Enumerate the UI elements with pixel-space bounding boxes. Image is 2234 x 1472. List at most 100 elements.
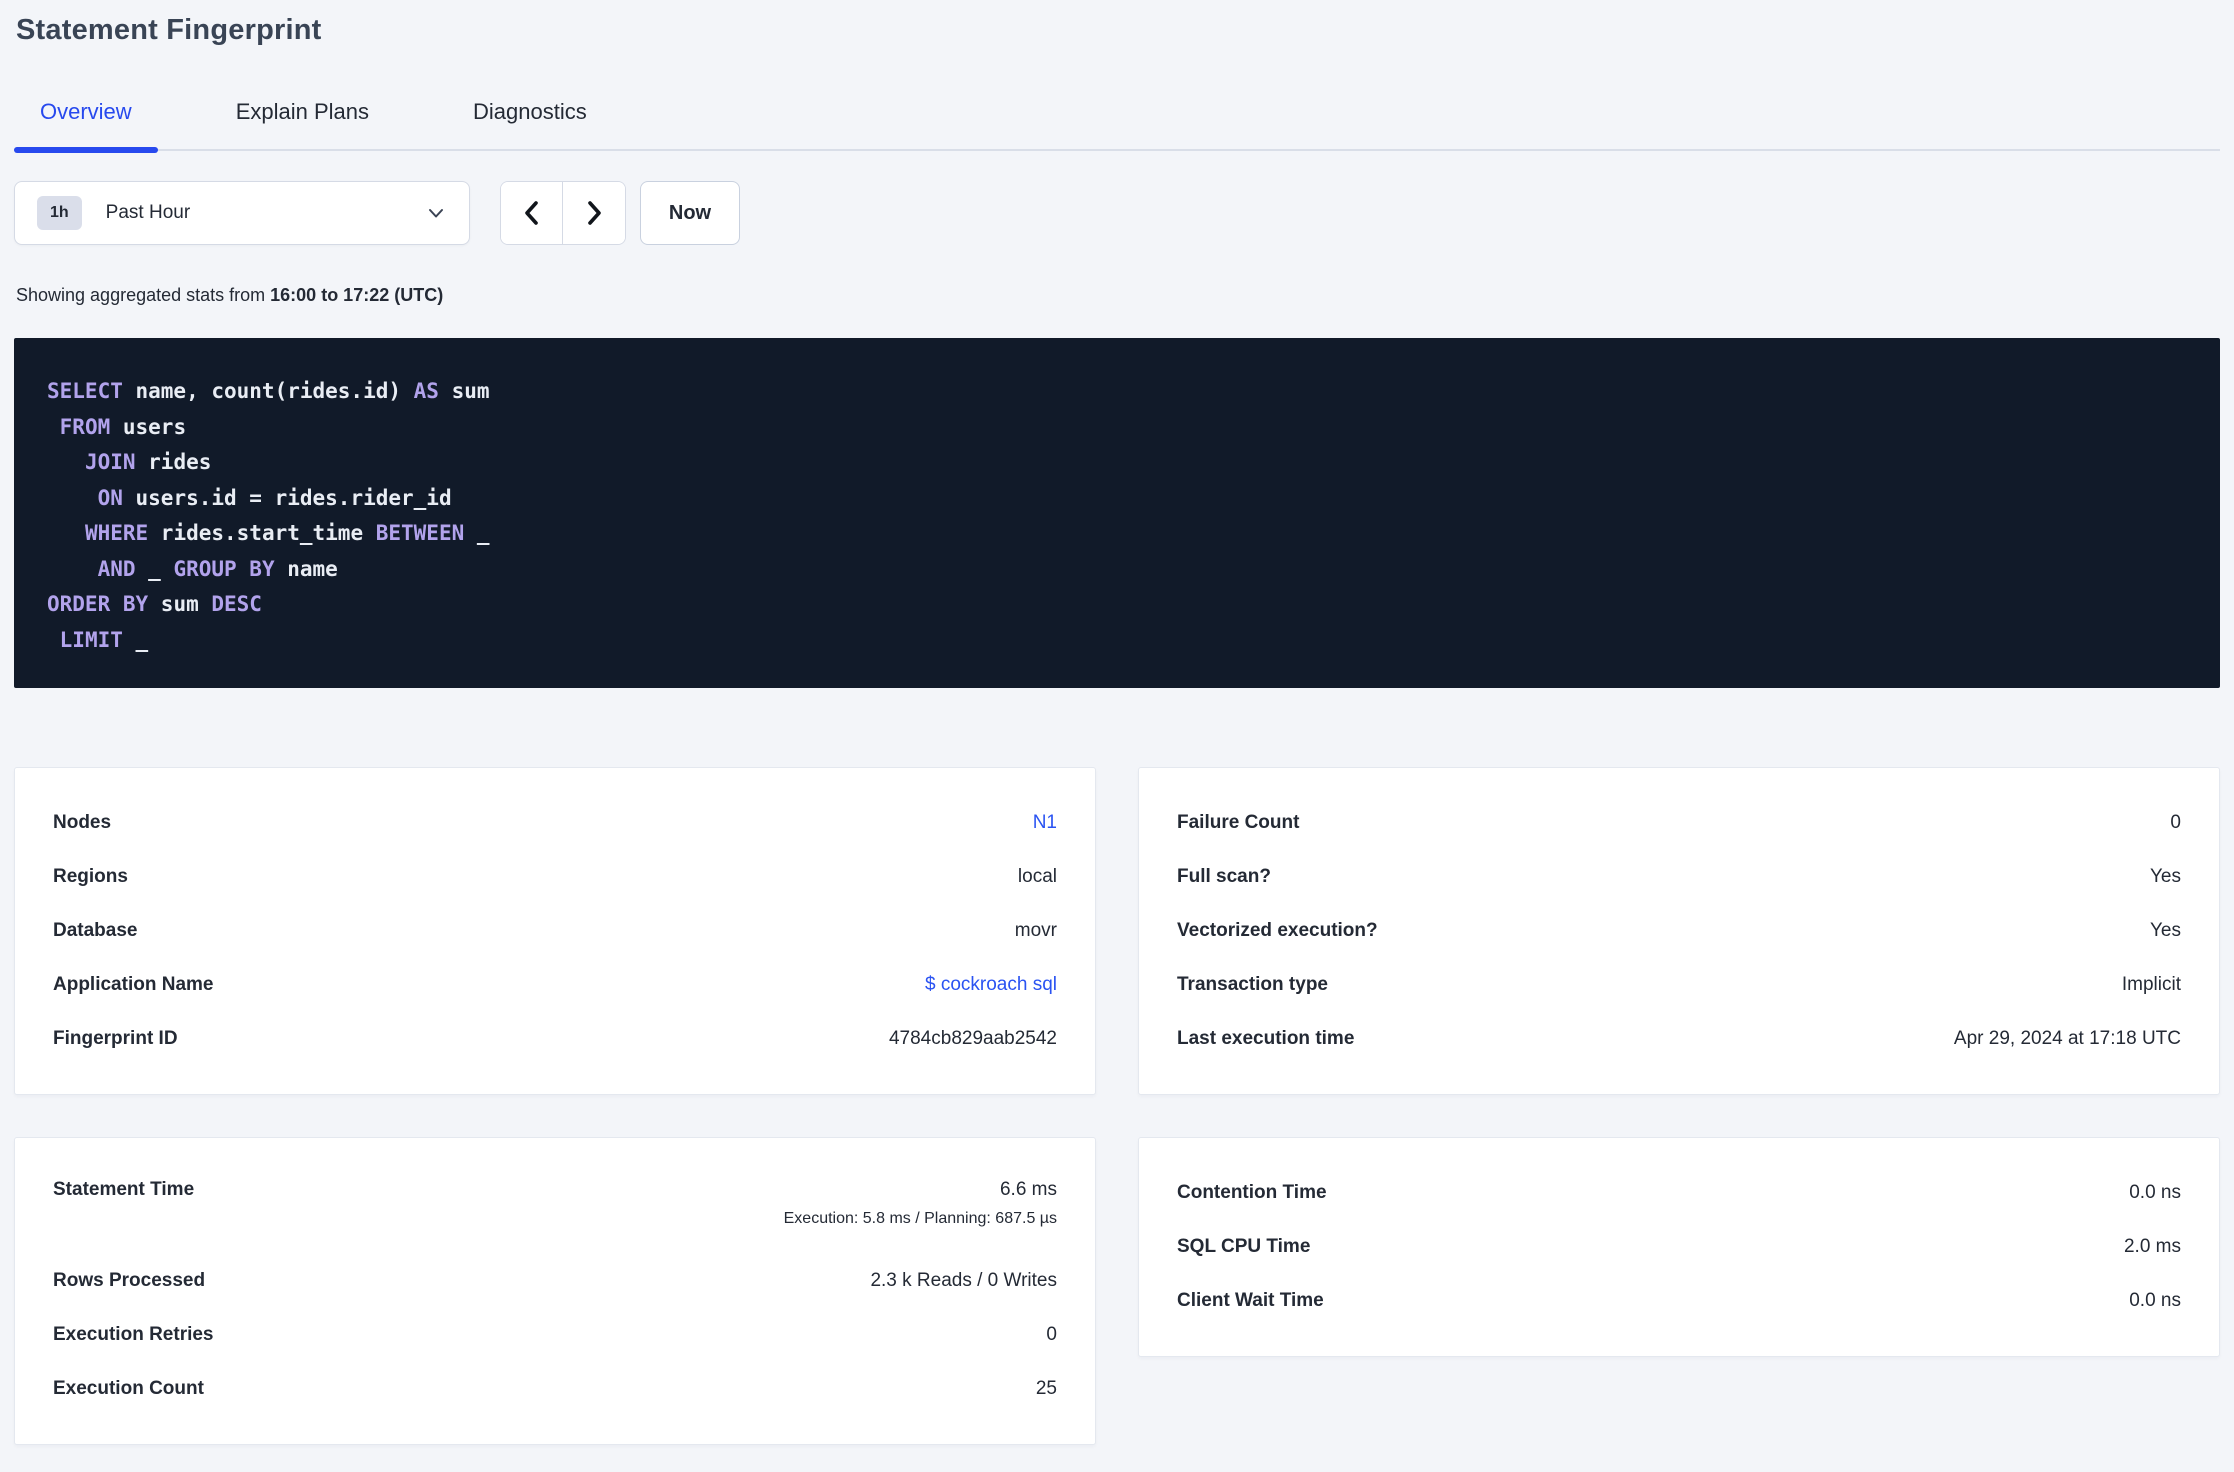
sql-code-line: FROM users	[47, 410, 2200, 446]
sql-code-line: ON users.id = rides.rider_id	[47, 481, 2200, 517]
stat-value-wrap: 25	[1036, 1378, 1057, 1400]
stat-label: Execution Count	[53, 1378, 204, 1399]
stat-value-wrap: Implicit	[2122, 974, 2181, 996]
details-cards-row: Nodes N1 Regions local Database movr Applicati…	[14, 767, 2220, 1095]
stat-value: 0.0 ns	[2129, 1182, 2181, 1203]
stat-value-wrap: N1	[1033, 812, 1057, 834]
prev-time-button[interactable]	[501, 182, 563, 244]
sql-keyword: AS	[413, 379, 439, 403]
stat-row: Database movr	[53, 904, 1057, 958]
sql-text: rides	[135, 450, 212, 474]
stat-label: SQL CPU Time	[1177, 1236, 1311, 1257]
stat-value-wrap: 0.0 ns	[2129, 1182, 2181, 1204]
details-card-left: Nodes N1 Regions local Database movr Applicati…	[14, 767, 1096, 1095]
sql-keyword: FROM	[59, 414, 111, 439]
stat-label: Full scan?	[1177, 866, 1271, 887]
stat-value: 0	[2170, 812, 2181, 833]
stat-value: 25	[1035, 1378, 1057, 1399]
stat-row: Transaction type Implicit	[1177, 958, 2181, 1012]
stat-label: Last execution time	[1177, 1028, 1355, 1049]
sql-keyword: JOIN	[84, 450, 136, 474]
stat-row: Last execution time Apr 29, 2024 at 17:18…	[1177, 1012, 2181, 1066]
sql-keyword: BETWEEN	[375, 521, 465, 545]
sql-code-line: ORDER BY sum DESC	[47, 587, 2200, 623]
next-time-button[interactable]	[563, 182, 625, 244]
stat-label: Statement Time	[53, 1179, 195, 1200]
stat-value: 2.0 ms	[2123, 1236, 2181, 1257]
stat-value: Implicit	[2121, 974, 2181, 995]
stat-row: Rows Processed 2.3 k Reads / 0 Writes	[53, 1254, 1057, 1308]
sql-keyword: GROUP BY	[173, 556, 275, 581]
page-title: Statement Fingerprint	[16, 14, 322, 46]
stat-value-wrap: $ cockroach sql	[925, 974, 1057, 996]
sql-keyword: ON	[97, 485, 123, 510]
stat-value-wrap: 2.3 k Reads / 0 Writes	[870, 1270, 1057, 1292]
sql-text: name, count(rides.id)	[122, 379, 414, 403]
stat-row: Application Name $ cockroach sql	[53, 958, 1057, 1012]
stat-value: Yes	[2150, 920, 2181, 941]
stat-subvalue: Execution: 5.8 ms / Planning: 687.5 µs	[783, 1210, 1057, 1227]
sql-code-line: LIMIT _	[47, 623, 2200, 659]
stat-row: Regions local	[53, 850, 1057, 904]
chevron-down-icon	[425, 202, 447, 224]
sql-text: sum	[438, 379, 490, 403]
chevron-right-icon	[582, 199, 606, 227]
sql-keyword: ORDER BY	[47, 592, 149, 616]
sql-keyword: AND	[97, 556, 136, 581]
stat-value-wrap: 6.6 ms Execution: 5.8 ms / Planning: 687.…	[784, 1179, 1057, 1228]
stat-value: local	[1017, 866, 1057, 887]
stat-value: 4784cb829aab2542	[888, 1028, 1057, 1049]
tab-explain-plans[interactable]: Explain Plans	[210, 93, 395, 149]
sql-text: sum	[148, 592, 212, 616]
stat-label: Failure Count	[1177, 812, 1300, 833]
details-card-right: Failure Count 0 Full scan? Yes Vectorized ex…	[1138, 767, 2220, 1095]
sql-text: name	[274, 556, 338, 581]
stat-value: 2.3 k Reads / 0 Writes	[870, 1270, 1057, 1291]
sql-code-line: AND _ GROUP BY name	[47, 552, 2200, 588]
stat-row: Full scan? Yes	[1177, 850, 2181, 904]
stat-value-wrap: local	[1018, 866, 1057, 888]
stat-value: movr	[1014, 920, 1057, 941]
tab-diagnostics[interactable]: Diagnostics	[447, 93, 613, 149]
tab-bar: Overview Explain Plans Diagnostics	[14, 93, 2220, 153]
time-range-label: Past Hour	[105, 202, 191, 223]
timing-cards-row: Statement Time 6.6 ms Execution: 5.8 ms / …	[14, 1137, 2220, 1445]
stat-value: Apr 29, 2024 at 17:18 UTC	[1953, 1028, 2181, 1049]
sql-text: users.id = rides.rider_id	[122, 485, 452, 510]
stat-label: Rows Processed	[53, 1270, 206, 1291]
stat-row: Statement Time 6.6 ms Execution: 5.8 ms / …	[53, 1166, 1057, 1254]
stat-value-link[interactable]: N1	[1033, 812, 1057, 833]
stats-caption: Showing aggregated stats from 16:00 to 1…	[16, 285, 2220, 306]
stat-value-wrap: 2.0 ms	[2124, 1236, 2181, 1258]
tab-overview[interactable]: Overview	[14, 93, 158, 153]
sql-text: users	[110, 414, 187, 439]
sql-text: _	[122, 627, 149, 652]
sql-keyword: LIMIT	[59, 627, 123, 652]
stat-label: Fingerprint ID	[53, 1028, 178, 1049]
stat-row: Execution Count 25	[53, 1362, 1057, 1416]
time-range-dropdown[interactable]: 1h Past Hour	[14, 181, 470, 245]
sql-statement-box: SELECT name, count(rides.id) AS sum FROM…	[14, 338, 2220, 688]
sql-text: _	[135, 556, 174, 581]
stat-label: Database	[53, 920, 138, 941]
stats-caption-range: 16:00 to 17:22 (UTC)	[270, 285, 444, 305]
stat-row: Vectorized execution? Yes	[1177, 904, 2181, 958]
stat-value-link[interactable]: $ cockroach sql	[925, 974, 1057, 995]
timing-card-right: Contention Time 0.0 ns SQL CPU Time 2.0 ms C…	[1138, 1137, 2220, 1357]
stat-value-wrap: 0	[2170, 812, 2181, 834]
stat-value-wrap: movr	[1015, 920, 1057, 942]
chevron-left-icon	[520, 199, 544, 227]
stat-value-wrap: Yes	[2150, 866, 2181, 888]
stat-row: SQL CPU Time 2.0 ms	[1177, 1220, 2181, 1274]
statement-fingerprint-page: Statement Fingerprint Overview Explain Pl…	[0, 14, 2234, 1445]
sql-keyword: SELECT	[47, 379, 123, 403]
sql-keyword: DESC	[211, 592, 262, 616]
stat-label: Client Wait Time	[1177, 1290, 1324, 1311]
stat-row: Client Wait Time 0.0 ns	[1177, 1274, 2181, 1328]
stat-value-wrap: 0	[1046, 1324, 1057, 1346]
now-button[interactable]: Now	[640, 181, 740, 245]
stat-label: Application Name	[53, 974, 214, 995]
